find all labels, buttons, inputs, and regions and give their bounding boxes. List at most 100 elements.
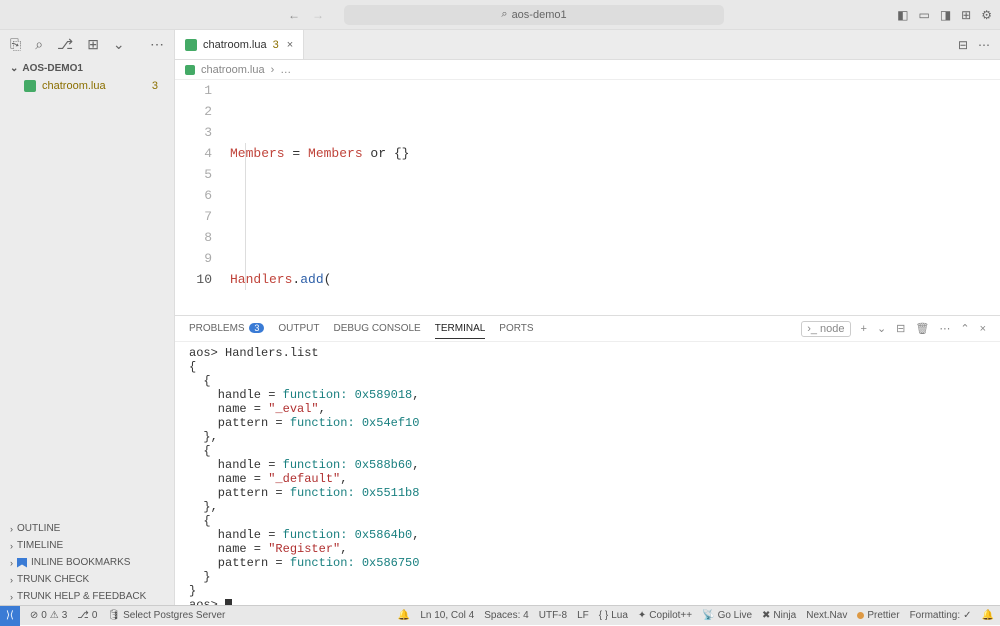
status-encoding[interactable]: UTF-8 xyxy=(539,610,567,621)
forward-icon[interactable]: → xyxy=(312,8,324,22)
status-language[interactable]: { } Lua xyxy=(599,610,628,621)
line-number: 6 xyxy=(175,185,212,206)
terminal-kind[interactable]: ›_node xyxy=(801,321,850,337)
chevron-right-icon: › xyxy=(271,64,275,76)
status-ln-col[interactable]: Ln 10, Col 4 xyxy=(420,610,474,621)
chevron-down-icon[interactable]: ⌄ xyxy=(877,322,886,335)
tab-dirty-badge: 3 xyxy=(273,39,279,51)
status-notifications-icon[interactable]: 🔔 xyxy=(982,610,994,621)
explorer-icon[interactable]: ⎘ xyxy=(10,36,21,53)
trash-icon[interactable]: 🗑 xyxy=(915,322,929,335)
split-terminal-icon[interactable]: ⊟ xyxy=(896,322,905,335)
terminal-output[interactable]: aos> Handlers.list { { handle = function… xyxy=(175,342,1000,605)
extensions-icon[interactable]: ⊞ xyxy=(87,36,99,53)
live-dot-icon xyxy=(857,612,864,619)
more-icon[interactable]: ⋯ xyxy=(978,38,990,52)
status-spaces[interactable]: Spaces: 4 xyxy=(484,610,528,621)
line-number: 3 xyxy=(175,122,212,143)
chevron-down-icon[interactable]: ⌄ xyxy=(113,36,125,53)
tab-chatroom[interactable]: chatroom.lua 3 × xyxy=(175,30,304,59)
project-name: AOS-DEMO1 xyxy=(22,63,83,74)
code-content[interactable]: Members = Members or {} Handlers.add( "R… xyxy=(230,80,1000,315)
editor-tabs: chatroom.lua 3 × ⊟ ⋯ xyxy=(175,30,1000,60)
sidebar-section-timeline[interactable]: › TIMELINE xyxy=(0,537,174,554)
search-activity-icon[interactable]: ⌕ xyxy=(35,36,43,53)
section-label: OUTLINE xyxy=(17,523,60,534)
close-icon[interactable]: × xyxy=(980,323,986,335)
tab-problems[interactable]: PROBLEMS 3 xyxy=(189,319,264,338)
status-errors[interactable]: ⊘ 0 ⚠ 3 xyxy=(30,610,67,621)
status-copilot[interactable]: ✦ Copilot++ xyxy=(638,610,692,621)
new-terminal-icon[interactable]: + xyxy=(861,323,867,335)
titlebar-nav: ← → xyxy=(288,8,324,22)
tab-actions: ⊟ ⋯ xyxy=(948,30,1000,59)
split-editor-icon[interactable]: ⊟ xyxy=(958,38,968,52)
line-number: 8 xyxy=(175,227,212,248)
maximize-icon[interactable]: ⌃ xyxy=(960,322,969,335)
search-icon: ⌕ xyxy=(501,8,507,21)
sidebar-section-bookmarks[interactable]: › INLINE BOOKMARKS xyxy=(0,554,174,571)
status-nextnav[interactable]: Next.Nav xyxy=(806,610,847,621)
section-label: TIMELINE xyxy=(17,540,63,551)
line-number: 9 xyxy=(175,248,212,269)
remote-indicator[interactable]: ⟩⟨ xyxy=(0,606,20,626)
sidebar-project-header[interactable]: ⌄ AOS-DEMO1 xyxy=(0,59,174,78)
layout-sidebar-icon[interactable]: ◨ xyxy=(940,8,951,22)
line-number: 4 xyxy=(175,143,212,164)
sidebar-section-outline[interactable]: › OUTLINE xyxy=(0,520,174,537)
sidebar: ⎘ ⌕ ⎇ ⊞ ⌄ ⋯ ⌄ AOS-DEMO1 chatroom.lua 3 ›… xyxy=(0,30,175,605)
statusbar: ⟩⟨ ⊘ 0 ⚠ 3 ⎇ 0 🛢 Select Postgres Server … xyxy=(0,605,1000,625)
lua-file-icon xyxy=(185,65,195,75)
status-ext[interactable]: ⎇ 0 xyxy=(77,610,97,621)
more-icon[interactable]: ⋯ xyxy=(939,322,950,335)
file-name: chatroom.lua xyxy=(42,80,106,92)
tab-debug-console[interactable]: DEBUG CONSOLE xyxy=(333,319,420,338)
layout-customize-icon[interactable]: ⊞ xyxy=(961,8,971,22)
lua-file-icon xyxy=(24,80,36,92)
sidebar-section-trunk-check[interactable]: › TRUNK CHECK xyxy=(0,571,174,588)
chevron-right-icon: › xyxy=(10,575,13,585)
tab-ports[interactable]: PORTS xyxy=(499,319,533,338)
sidebar-section-trunk-help[interactable]: ›TRUNK HELP & FEEDBACK xyxy=(0,588,174,605)
line-gutter: 1 2 3 4 5 6 7 8 9 10 xyxy=(175,80,230,315)
close-icon[interactable]: × xyxy=(287,39,293,51)
panel-tabs: PROBLEMS 3 OUTPUT DEBUG CONSOLE TERMINAL… xyxy=(175,316,1000,342)
activity-icons: ⎘ ⌕ ⎇ ⊞ ⌄ ⋯ xyxy=(0,30,174,59)
breadcrumb-file: chatroom.lua xyxy=(201,64,265,76)
layout-primary-icon[interactable]: ◧ xyxy=(897,8,908,22)
breadcrumb-more: … xyxy=(280,64,291,76)
terminal-icon: ›_ xyxy=(807,323,817,335)
status-golive[interactable]: 📡 Go Live xyxy=(702,610,752,621)
chevron-right-icon: › xyxy=(10,524,13,534)
titlebar-actions: ◧ ▭ ◨ ⊞ ⚙ xyxy=(897,8,992,22)
section-label: TRUNK HELP & FEEDBACK xyxy=(17,591,146,602)
status-eol[interactable]: LF xyxy=(577,610,589,621)
status-formatting[interactable]: Formatting: ✓ xyxy=(910,610,972,621)
command-center[interactable]: ⌕ aos-demo1 xyxy=(344,5,724,25)
lua-file-icon xyxy=(185,39,197,51)
section-label: INLINE BOOKMARKS xyxy=(31,557,130,568)
line-number: 2 xyxy=(175,101,212,122)
tab-terminal[interactable]: TERMINAL xyxy=(435,319,486,339)
sidebar-file-chatroom[interactable]: chatroom.lua 3 xyxy=(0,78,174,94)
problems-badge: 3 xyxy=(249,323,264,333)
status-bell-icon[interactable]: 🔔 xyxy=(398,610,410,621)
status-ninja[interactable]: ✖ Ninja xyxy=(762,610,796,621)
back-icon[interactable]: ← xyxy=(288,8,300,22)
breadcrumb[interactable]: chatroom.lua › … xyxy=(175,60,1000,80)
chevron-down-icon: ⌄ xyxy=(10,63,18,74)
code-editor[interactable]: 1 2 3 4 5 6 7 8 9 10 Members = Members o… xyxy=(175,80,1000,315)
section-label: TRUNK CHECK xyxy=(17,574,89,585)
bookmark-icon xyxy=(17,558,27,568)
tab-label: chatroom.lua xyxy=(203,39,267,51)
tab-output[interactable]: OUTPUT xyxy=(278,319,319,338)
chevron-right-icon: › xyxy=(10,558,13,568)
source-control-icon[interactable]: ⎇ xyxy=(57,36,73,53)
line-number: 10 xyxy=(175,269,212,290)
settings-gear-icon[interactable]: ⚙ xyxy=(981,8,992,22)
layout-panel-icon[interactable]: ▭ xyxy=(918,8,929,22)
status-prettier[interactable]: Prettier xyxy=(857,610,899,621)
status-postgres[interactable]: 🛢 Select Postgres Server xyxy=(107,610,225,621)
more-icon[interactable]: ⋯ xyxy=(150,36,164,53)
chevron-right-icon: › xyxy=(10,541,13,551)
